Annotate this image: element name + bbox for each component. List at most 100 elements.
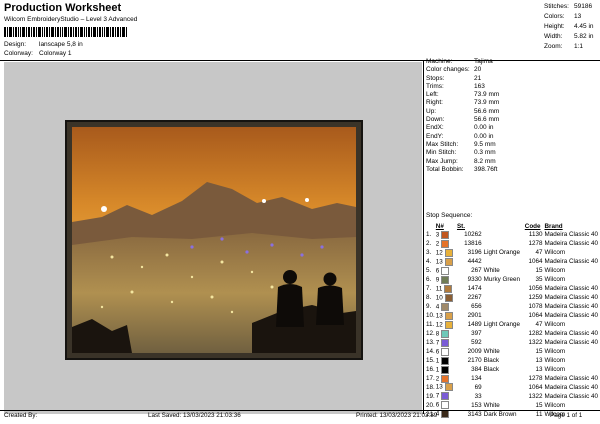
row-index: 5. — [426, 267, 432, 275]
color-name — [482, 240, 525, 249]
needle-cell: 13 — [436, 383, 457, 392]
color-swatch — [444, 383, 453, 392]
color-code: 13 — [535, 356, 543, 364]
page-title: Production Worksheet — [4, 2, 122, 14]
row-index: 7. — [426, 285, 432, 293]
color-swatch — [441, 266, 450, 275]
color-code: 1278 — [528, 240, 543, 248]
color-name — [482, 294, 525, 303]
color-swatch — [441, 302, 450, 311]
color-swatch — [441, 347, 450, 356]
needle-cell: 4 — [436, 302, 457, 312]
color-code: 11 — [535, 410, 543, 418]
color-swatch — [441, 365, 450, 374]
brand-name: Madeira Classic 40 — [544, 329, 598, 337]
stitch-count: 3143 — [467, 410, 482, 418]
color-name — [482, 330, 525, 339]
row-index: 4. — [426, 258, 432, 266]
brand-name: Wilcom — [544, 356, 566, 364]
stitch-count: 2901 — [467, 312, 482, 320]
brand-name: Wilcom — [544, 347, 566, 355]
needle-cell: 13 — [436, 257, 457, 267]
row-index: 3. — [426, 249, 432, 257]
brand-name: Madeira Classic 40 — [544, 240, 598, 248]
stitch-count: 2170 — [467, 356, 482, 364]
property-row: Color changes: 20 — [426, 66, 482, 74]
property-row: Min Stitch: 0.3 mm — [426, 149, 496, 157]
table-row: 11. 12 1489 Light Orange 47 Wilcom — [426, 320, 598, 330]
brand-name: Madeira Classic 40 — [544, 383, 598, 391]
summary-row: Stitches: 59186 — [544, 3, 593, 10]
footer-divider — [0, 410, 600, 411]
row-index: 19. — [426, 392, 435, 400]
color-name — [482, 258, 525, 267]
color-swatch — [441, 338, 450, 347]
color-swatch — [441, 356, 450, 365]
needle-cell: 7 — [436, 338, 457, 348]
table-row: 9. 4 656 1078 Madeira Classic 40 — [426, 302, 598, 312]
table-row: 17. 2 134 1278 Madeira Classic 40 — [426, 374, 598, 384]
color-name: Dark Brown — [483, 410, 517, 418]
machine-properties: Machine: Tajima Color changes: 20 Stops: 21… — [426, 58, 598, 174]
color-name: White — [483, 267, 500, 275]
brand-name: Madeira Classic 40 — [544, 231, 598, 239]
color-swatch — [441, 401, 450, 410]
needle-cell: 1 — [436, 356, 457, 366]
table-row: 4. 13 4442 1064 Madeira Classic 40 — [426, 257, 598, 267]
color-name: Light Orange — [483, 249, 521, 257]
brand-name: Madeira Classic 40 — [544, 294, 598, 302]
design-preview — [4, 62, 422, 414]
stitch-count: 2267 — [467, 294, 482, 302]
brand-name: Madeira Classic 40 — [544, 303, 598, 311]
color-code: 1064 — [528, 312, 543, 320]
table-row: 1. 3 10262 1130 Madeira Classic 40 — [426, 231, 598, 240]
row-index: 17. — [426, 374, 435, 382]
needle-cell: 12 — [436, 320, 457, 330]
brand-name: Madeira Classic 40 — [544, 285, 598, 293]
brand-name: Madeira Classic 40 — [544, 392, 598, 400]
property-row: Max Stitch: 9.5 mm — [426, 140, 496, 148]
colorway-label: Colorway: — [4, 50, 33, 57]
col-header-n: N# — [435, 223, 444, 230]
barcode — [4, 27, 127, 37]
color-name — [482, 285, 525, 294]
row-index: 2. — [426, 240, 432, 248]
brand-name: Wilcom — [544, 276, 566, 284]
color-name — [482, 375, 525, 384]
stitch-count: 592 — [471, 338, 482, 346]
color-name: White — [483, 347, 500, 355]
stop-sequence-title: Stop Sequence: — [426, 212, 473, 219]
color-swatch — [444, 320, 453, 329]
color-swatch — [441, 392, 450, 401]
row-index: 18. — [426, 383, 435, 391]
created-by: Created By: — [4, 412, 38, 419]
stitch-count: 13816 — [464, 240, 482, 248]
row-index: 9. — [426, 303, 432, 311]
color-swatch — [441, 275, 450, 284]
color-name — [482, 312, 525, 321]
column-divider — [423, 61, 424, 414]
color-name: Murky Green — [483, 276, 521, 284]
col-header-brand: Brand — [544, 223, 563, 230]
row-index: 14. — [426, 347, 435, 355]
table-row: 15. 1 2170 Black 13 Wilcom — [426, 356, 598, 366]
brand-name: Madeira Classic 40 — [544, 312, 598, 320]
design-label: Design: — [4, 41, 27, 48]
col-header-code: Code — [524, 223, 541, 230]
row-index: 11. — [426, 321, 435, 329]
row-index: 15. — [426, 356, 435, 364]
table-row: 13. 7 592 1322 Madeira Classic 40 — [426, 338, 598, 348]
needle-cell: 2 — [436, 239, 457, 249]
stitch-count: 2009 — [467, 347, 482, 355]
stitch-count: 33 — [474, 392, 482, 400]
design-summary: Stitches: 59186 Colors: 13 Height: 4.45 in … — [544, 2, 600, 52]
color-swatch — [441, 231, 450, 239]
color-code: 1064 — [528, 383, 543, 391]
needle-cell: 4 — [436, 410, 457, 419]
stitch-count: 134 — [471, 374, 482, 382]
property-row: Down: 56.6 mm — [426, 116, 500, 124]
property-row: EndY: 0.00 in — [426, 132, 494, 140]
table-row: 7. 11 1474 1056 Madeira Classic 40 — [426, 284, 598, 294]
last-saved: Last Saved: 13/03/2023 21:03:36 — [148, 412, 241, 419]
brand-name: Madeira Classic 40 — [544, 258, 598, 266]
